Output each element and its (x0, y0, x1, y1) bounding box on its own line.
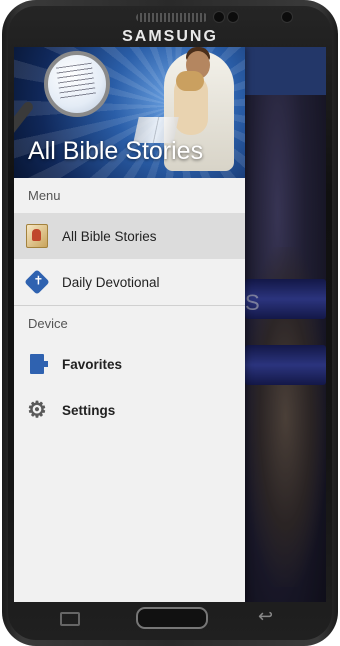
home-button[interactable] (136, 607, 208, 629)
child-hair-image (176, 71, 204, 91)
nav-item-label: Daily Devotional (62, 274, 160, 290)
nav-item-daily-devotional[interactable]: Daily Devotional (14, 259, 245, 305)
drawer-scrim[interactable] (245, 47, 326, 602)
bible-stories-icon (26, 224, 48, 248)
drawer-header: All Bible Stories (14, 47, 245, 178)
proximity-sensor (214, 12, 224, 22)
section-header-menu: Menu (28, 188, 61, 203)
devotional-icon (24, 269, 50, 295)
back-key-icon[interactable]: ↩ (258, 606, 273, 627)
favorites-icon (26, 353, 48, 375)
nav-item-all-bible-stories[interactable]: All Bible Stories (14, 213, 245, 259)
light-sensor (228, 12, 238, 22)
nav-item-settings[interactable]: ⚙ Settings (14, 387, 245, 433)
nav-item-label: Settings (62, 402, 116, 418)
gear-icon: ⚙ (27, 397, 47, 422)
drawer-header-title: All Bible Stories (28, 137, 204, 165)
navigation-drawer: All Bible Stories Menu All Bible Stories… (14, 47, 245, 602)
screen: S All Bible Stories Menu All Bible Stori… (14, 47, 326, 602)
front-camera (282, 12, 292, 22)
section-header-device: Device (28, 316, 68, 331)
menu-key-icon[interactable] (60, 612, 80, 626)
earpiece-speaker (136, 13, 208, 22)
nav-item-favorites[interactable]: Favorites (14, 341, 245, 387)
nav-item-label: Favorites (62, 356, 123, 372)
brand-logo: SAMSUNG (122, 28, 218, 45)
nav-item-label: All Bible Stories (62, 228, 157, 244)
magnified-scripture-text (55, 62, 97, 100)
